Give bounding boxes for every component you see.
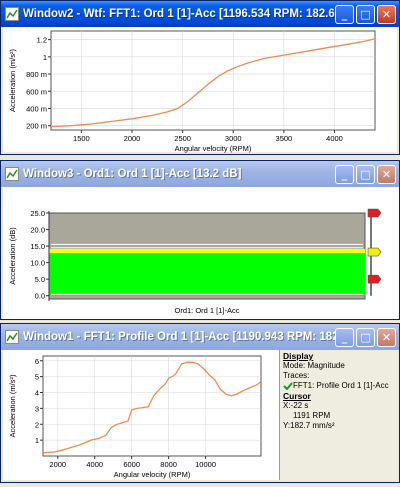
close-button[interactable]: ✕ [377,164,396,184]
display-panel: Display Mode: Magnitude Traces: FFT1: Pr… [279,350,397,480]
x-axis-label: Angular velocity (RPM) [175,144,252,153]
upper-limit-handle[interactable] [367,208,382,218]
maximize-button[interactable]: □ [356,164,375,184]
window1-titlebar[interactable]: Window1 - FFT1: Profile Ord 1 [1]-Acc [1… [1,324,399,350]
x-tick-label: 2000 [124,134,141,143]
x-tick-label: 6000 [123,460,140,469]
x-tick-label: 4000 [326,134,343,143]
x-tick-label: 3000 [225,134,242,143]
trace-name: FFT1: Profile Ord 1 [1]-Acc [293,381,389,390]
close-button[interactable]: ✕ [377,4,396,24]
window1: Window1 - FFT1: Profile Ord 1 [1]-Acc [1… [0,323,400,483]
window3-title: Window3 - Ord1: Ord 1 [1]-Acc [13.2 dB] [23,168,242,180]
y-tick-label: 3 [35,404,39,413]
x-tick-label: 3500 [276,134,293,143]
y-axis-label: Acceleration (m/s²) [8,374,17,437]
y-tick-label: 1.2 [37,36,47,45]
window3-titlebar[interactable]: Window3 - Ord1: Ord 1 [1]-Acc [13.2 dB] … [1,161,399,187]
y-tick-label: 15.0 [30,242,45,251]
x-tick-label: 2000 [49,460,66,469]
lower-limit-handle[interactable] [367,274,382,284]
y-tick-label: 5.0 [35,275,45,284]
trace-item[interactable]: FFT1: Profile Ord 1 [1]-Acc [283,381,394,391]
x-tick-label: 4000 [86,460,103,469]
chart-icon [5,7,19,21]
maximize-button[interactable]: □ [356,327,375,347]
window2-title: Window2 - Wtf: FFT1: Ord 1 [1]-Acc [1196… [23,8,335,20]
cursor-x: X:-22 s [283,401,309,410]
y-axis-label: Acceleration (m/s²) [8,49,17,112]
y-tick-label: 600 m [26,87,47,96]
level-bar [49,252,365,296]
cursor-header: Cursor [283,391,311,401]
display-mode: Mode: Magnitude [283,361,345,370]
y-tick-label: 1 [35,436,39,445]
y-tick-label: 400 m [26,104,47,113]
x-tick-label: 8000 [160,460,177,469]
traces-label: Traces: [283,371,310,380]
maximize-button[interactable]: □ [356,4,375,24]
window3: Window3 - Ord1: Ord 1 [1]-Acc [13.2 dB] … [0,160,400,320]
level-indicator [49,249,365,254]
y-tick-label: 1 [43,53,47,62]
chart-icon [5,330,19,344]
cursor-y: Y:182.7 mm/s² [283,421,335,430]
close-button[interactable]: ✕ [377,327,396,347]
window3-chart-area: 0.0 5.0 10.0 15.0 20.0 25.0 Ord1: Ord 1 [1]-Ac… [3,187,399,319]
x-axis-label: Ord1: Ord 1 [1]-Acc [174,306,239,315]
y-tick-label: 800 m [26,70,47,79]
x-axis-label: Angular velocity (RPM) [114,470,191,479]
window2: Window2 - Wtf: FFT1: Ord 1 [1]-Acc [1196… [0,0,400,155]
y-axis-label: Acceleration (dB) [8,227,17,285]
window1-chart-area: 1 2 3 4 5 6 2000 4000 6000 8000 10000 Angular veloc… [3,350,397,480]
x-tick-label: 10000 [195,460,216,469]
y-tick-label: 6 [35,357,39,366]
window1-chart[interactable]: 1 2 3 4 5 6 2000 4000 6000 8000 10000 Angular veloc… [3,350,279,482]
y-tick-label: 5 [35,373,39,382]
y-tick-label: 10.0 [30,259,45,268]
window2-chart-area: 200 m 400 m 600 m 800 m 1 1.2 1500 2000 2500 3000… [3,27,399,154]
minimize-button[interactable]: _ [335,327,354,347]
x-tick-label: 2500 [174,134,191,143]
y-tick-label: 20.0 [30,226,45,235]
window2-titlebar[interactable]: Window2 - Wtf: FFT1: Ord 1 [1]-Acc [1196… [1,1,399,27]
chart-icon [5,167,19,181]
window1-title: Window1 - FFT1: Profile Ord 1 [1]-Acc [1… [23,331,335,343]
display-header: Display [283,351,314,361]
y-tick-label: 2 [35,420,39,429]
y-tick-label: 200 m [26,122,47,131]
x-tick-label: 1500 [73,134,90,143]
y-tick-label: 25.0 [30,209,45,218]
level-handle[interactable] [367,247,382,257]
plot-frame [42,355,262,457]
window3-chart[interactable]: 0.0 5.0 10.0 15.0 20.0 25.0 Ord1: Ord 1 [1]-Ac… [3,187,399,319]
y-tick-label: 4 [35,389,39,398]
minimize-button[interactable]: _ [335,4,354,24]
y-tick-label: 0.0 [35,292,45,301]
cursor-rpm: 1191 RPM [293,411,331,420]
checkmark-icon[interactable] [283,382,293,391]
minimize-button[interactable]: _ [335,164,354,184]
window2-chart[interactable]: 200 m 400 m 600 m 800 m 1 1.2 1500 2000 2500 3000… [3,27,399,154]
